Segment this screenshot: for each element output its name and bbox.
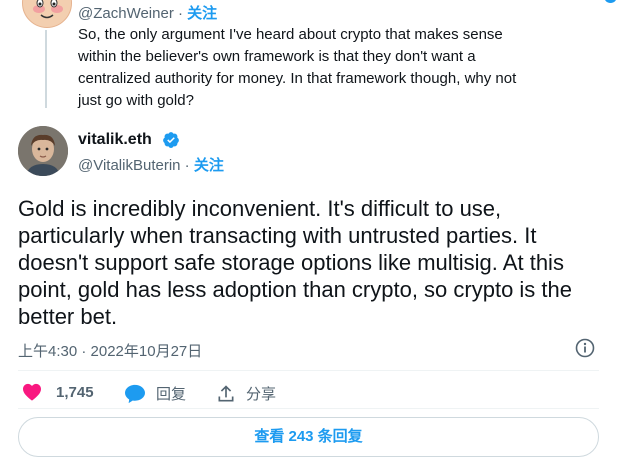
author-handle[interactable]: @VitalikButerin xyxy=(78,157,181,174)
share-label: 分享 xyxy=(246,386,277,403)
separator-dot: · xyxy=(184,157,190,174)
verified-badge-icon xyxy=(162,131,180,149)
view-replies-button[interactable]: 查看 243 条回复 xyxy=(18,417,599,457)
reply-button[interactable]: 回复 xyxy=(124,383,186,404)
tweet-text-line: better bet. xyxy=(18,304,118,329)
quoted-tweet-text: So, the only argument I've heard about c… xyxy=(78,24,578,112)
vitalik-avatar[interactable] xyxy=(18,126,68,176)
follow-vitalik-link[interactable]: 关注 xyxy=(194,157,224,174)
quoted-text-line: So, the only argument I've heard about c… xyxy=(78,26,503,43)
quoted-text-line: centralized authority for money. In that… xyxy=(78,70,517,87)
tweet-timestamp[interactable]: 上午4:30 · 2022年10月27日 xyxy=(18,340,202,361)
reply-label: 回复 xyxy=(156,386,187,403)
quoted-text-line: just go with gold? xyxy=(78,92,194,109)
divider xyxy=(18,408,599,409)
like-count: 1,745 xyxy=(56,383,94,401)
author-name[interactable]: vitalik.eth xyxy=(78,131,152,149)
quoted-author-handle[interactable]: @ZachWeiner xyxy=(78,5,174,22)
tweet-text-line: Gold is incredibly inconvenient. It's di… xyxy=(18,196,502,221)
share-icon xyxy=(218,384,234,401)
author-handle-row: @VitalikButerin · 关注 xyxy=(78,154,224,175)
zachweiner-avatar[interactable] xyxy=(22,0,72,28)
info-icon[interactable] xyxy=(575,338,595,358)
tweet-text-line: particularly when transacting with untru… xyxy=(18,223,537,248)
share-button[interactable]: 分享 xyxy=(216,383,276,404)
like-button[interactable]: 1,745 xyxy=(22,383,94,401)
more-icon[interactable] xyxy=(604,0,617,3)
thread-connector-line xyxy=(45,30,47,108)
quoted-author-handle-row: @ZachWeiner · 关注 xyxy=(78,2,217,23)
divider xyxy=(18,370,599,371)
reply-bubble-icon xyxy=(125,384,145,403)
quoted-text-line: within the believer's own framework is t… xyxy=(78,48,476,65)
tweet-text-line: doesn't support safe storage options lik… xyxy=(18,250,564,275)
tweet-text-line: point, gold has less adoption than crypt… xyxy=(18,277,572,302)
follow-zachweiner-link[interactable]: 关注 xyxy=(187,5,217,22)
tweet-text: Gold is incredibly inconvenient. It's di… xyxy=(18,195,603,330)
separator-dot: · xyxy=(178,5,183,22)
heart-icon xyxy=(23,383,41,401)
